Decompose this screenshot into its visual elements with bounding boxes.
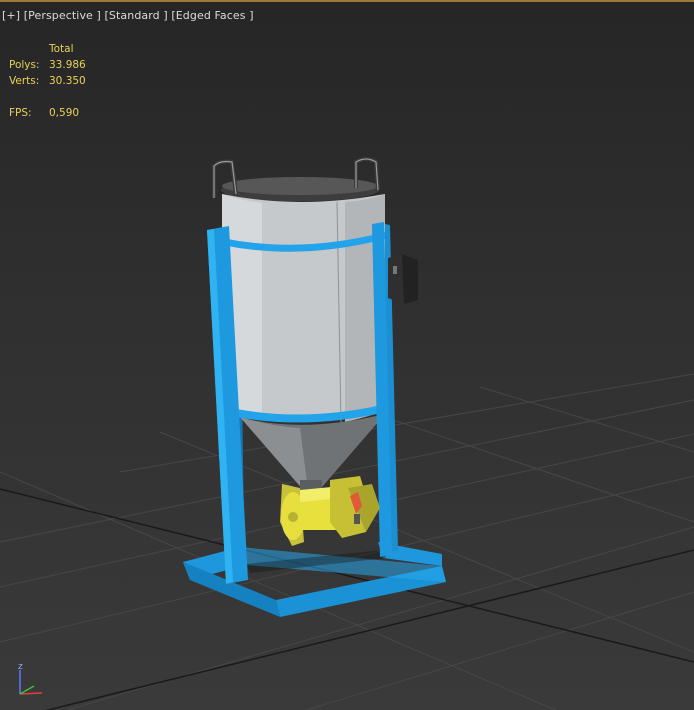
tank[interactable] (219, 177, 385, 494)
statistics-overlay: Total Polys: 33.986 Verts: 30.350 FPS: 0,59… (9, 41, 86, 121)
viewport-menu-button[interactable]: [+] (2, 9, 20, 22)
fps-label: FPS: (9, 107, 32, 119)
feeder-motor[interactable] (280, 476, 380, 546)
viewport-view-label[interactable]: [Perspective ] (24, 9, 101, 22)
perspective-viewport[interactable]: [+] [Perspective ] [Standard ] [Edged Fa… (0, 0, 694, 710)
stats-header: Total (49, 43, 74, 55)
polys-value: 33.986 (49, 59, 86, 71)
axis-gizmo-icon: z (18, 662, 43, 695)
polys-label: Polys: (9, 59, 40, 71)
control-box[interactable] (388, 254, 418, 304)
axis-z-label: z (18, 662, 23, 672)
viewport-label[interactable]: [+] [Perspective ] [Standard ] [Edged Fa… (2, 9, 254, 22)
frame-base[interactable] (183, 542, 446, 617)
viewport-edges-label[interactable]: [Edged Faces ] (171, 9, 253, 22)
viewport-shading-label[interactable]: [Standard ] (105, 9, 168, 22)
viewport-scene[interactable] (0, 2, 694, 710)
verts-label: Verts: (9, 75, 40, 87)
fps-value: 0,590 (49, 107, 80, 119)
verts-value: 30.350 (49, 75, 86, 87)
